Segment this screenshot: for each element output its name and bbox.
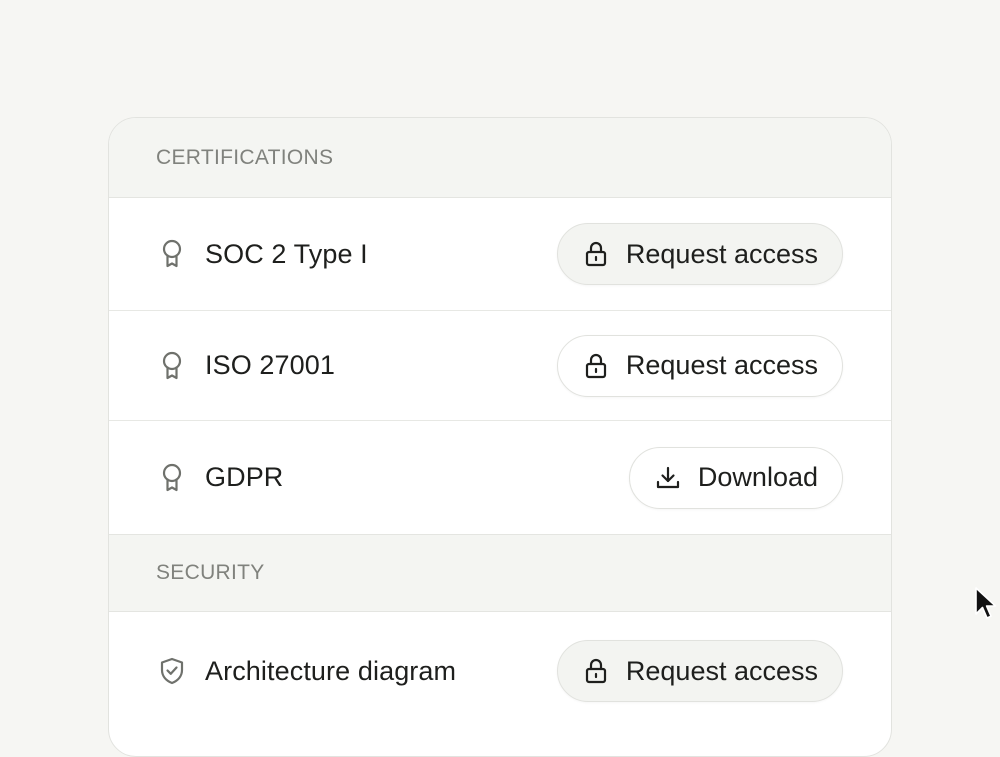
- button-label: Request access: [625, 238, 818, 269]
- button-label: Request access: [625, 350, 818, 380]
- request-access-button[interactable]: Request access: [556, 640, 843, 702]
- section-title: CERTIFICATIONS: [156, 145, 334, 169]
- item-label: SOC 2 Type I: [205, 238, 368, 269]
- mouse-cursor-icon: [975, 587, 997, 619]
- section-header-security: SECURITY: [109, 534, 891, 612]
- list-item-gdpr: GDPR Download: [109, 420, 891, 534]
- download-button[interactable]: Download: [628, 446, 843, 509]
- section-header-certifications: CERTIFICATIONS: [109, 118, 891, 198]
- award-ribbon-icon: [159, 463, 185, 493]
- button-label: Download: [697, 462, 818, 492]
- list-item-soc2: SOC 2 Type I Request access: [109, 198, 891, 310]
- item-label: Architecture diagram: [205, 655, 457, 686]
- button-label: Request access: [625, 655, 818, 686]
- section-title: SECURITY: [156, 561, 265, 584]
- lock-icon: [584, 241, 608, 267]
- lock-icon: [584, 658, 608, 684]
- item-label: ISO 27001: [205, 350, 335, 380]
- list-item-architecture-diagram: Architecture diagram Request access: [109, 612, 891, 730]
- request-access-button[interactable]: Request access: [556, 334, 843, 397]
- award-ribbon-icon: [159, 239, 185, 269]
- item-label: GDPR: [205, 462, 284, 492]
- download-icon: [656, 465, 680, 491]
- trust-documents-card: CERTIFICATIONS SOC 2 Type I Request acce…: [108, 117, 892, 757]
- list-item-iso27001: ISO 27001 Request access: [109, 310, 891, 420]
- request-access-button[interactable]: Request access: [556, 223, 843, 285]
- shield-check-icon: [159, 656, 185, 686]
- lock-icon: [584, 353, 608, 379]
- award-ribbon-icon: [159, 351, 185, 381]
